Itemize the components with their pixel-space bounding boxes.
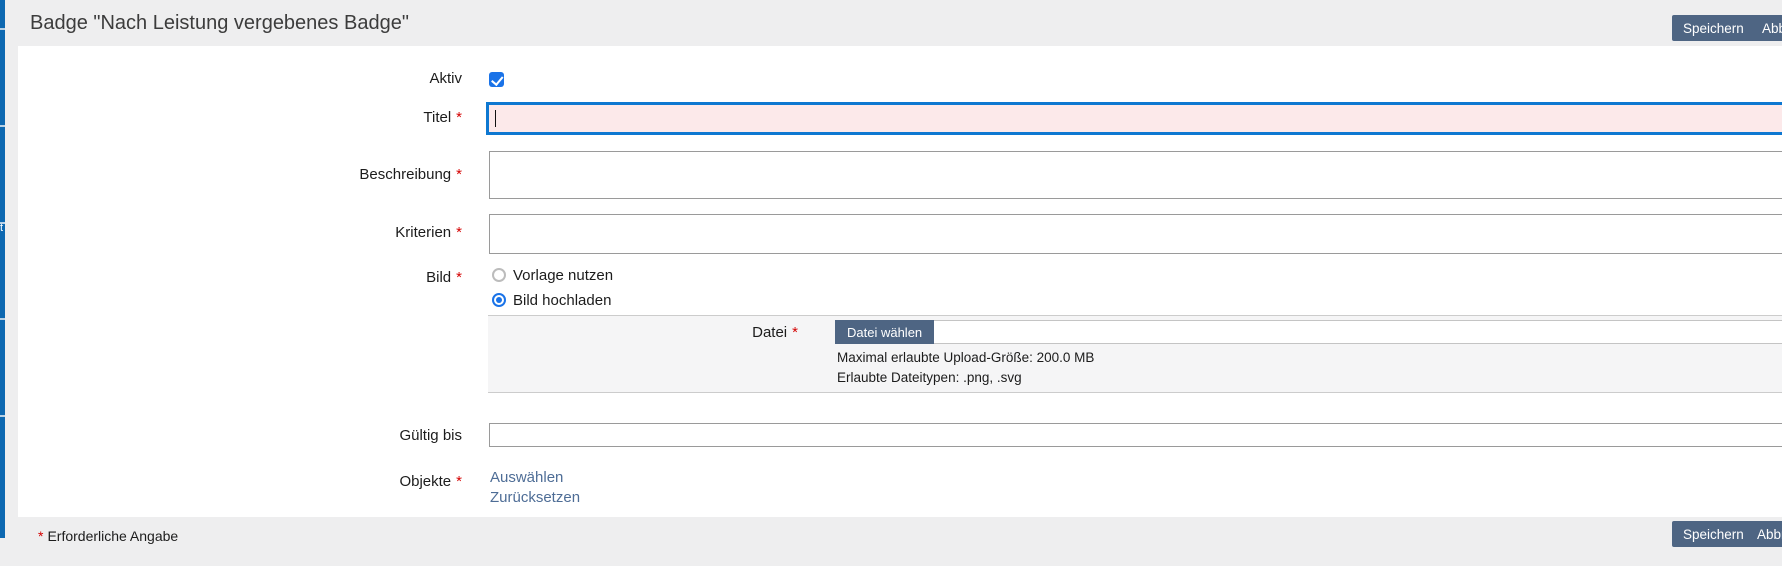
kriterien-textarea[interactable] (489, 214, 1782, 254)
sidebar-separator (0, 125, 5, 127)
sidebar-separator (0, 28, 5, 30)
allowed-filetypes-hint: Erlaubte Dateitypen: .png, .svg (837, 370, 1022, 386)
beschreibung-label: Beschreibung* (18, 166, 462, 184)
file-input-field[interactable] (835, 320, 1782, 344)
aktiv-checkbox[interactable] (489, 72, 504, 87)
required-asterisk: * (792, 324, 798, 341)
bild-option-hochladen[interactable]: Bild hochladen (492, 293, 611, 311)
kriterien-label: Kriterien* (18, 224, 462, 242)
footer: *Erforderliche Angabe Speichern Abbreche… (5, 517, 1782, 566)
file-upload-panel: Datei* Datei wählen Maximal erlaubte Upl… (488, 315, 1782, 393)
required-note: *Erforderliche Angabe (38, 528, 178, 544)
file-choose-button[interactable]: Datei wählen (835, 320, 934, 344)
sidebar-clipped-label: t (0, 222, 5, 235)
objekte-label: Objekte* (18, 473, 462, 491)
page-title: Badge "Nach Leistung vergebenes Badge" (30, 0, 409, 46)
required-asterisk: * (456, 269, 462, 286)
required-asterisk: * (456, 224, 462, 241)
objekte-reset-link[interactable]: Zurücksetzen (490, 490, 580, 506)
bild-option-vorlage[interactable]: Vorlage nutzen (492, 268, 613, 286)
save-button-bottom[interactable]: Speichern (1672, 521, 1755, 547)
required-asterisk: * (456, 473, 462, 490)
required-asterisk: * (38, 528, 43, 544)
aktiv-label: Aktiv (18, 70, 462, 88)
objekte-select-link[interactable]: Auswählen (490, 470, 563, 486)
header: Badge "Nach Leistung vergebenes Badge" S… (5, 0, 1782, 46)
badge-form: Aktiv Titel* Beschreibung* Kriterien* Bi… (18, 46, 1782, 517)
beschreibung-textarea[interactable] (489, 151, 1782, 199)
datei-label: Datei* (488, 325, 798, 341)
required-asterisk: * (456, 109, 462, 126)
radio-label: Vorlage nutzen (513, 267, 613, 284)
radio-unselected-icon[interactable] (492, 268, 506, 282)
upload-max-size-hint: Maximal erlaubte Upload-Größe: 200.0 MB (837, 350, 1094, 366)
gueltig-bis-input[interactable] (489, 423, 1782, 447)
cancel-button-bottom[interactable]: Abbrechen (1746, 521, 1782, 547)
text-cursor (495, 110, 496, 127)
sidebar-separator (0, 318, 5, 320)
radio-label: Bild hochladen (513, 292, 611, 309)
titel-input[interactable] (486, 102, 1782, 135)
titel-label: Titel* (18, 109, 462, 127)
sidebar-separator (0, 415, 5, 417)
required-asterisk: * (456, 166, 462, 183)
sidebar-edge: t (0, 0, 5, 538)
bild-label: Bild* (18, 269, 462, 287)
radio-selected-icon[interactable] (492, 293, 506, 307)
save-button-top[interactable]: Speichern (1672, 15, 1755, 41)
badge-edit-screen: t Badge "Nach Leistung vergebenes Badge"… (0, 0, 1782, 566)
gueltig-bis-label: Gültig bis (18, 427, 462, 445)
cancel-button-top[interactable]: Abbrechen (1751, 15, 1782, 41)
